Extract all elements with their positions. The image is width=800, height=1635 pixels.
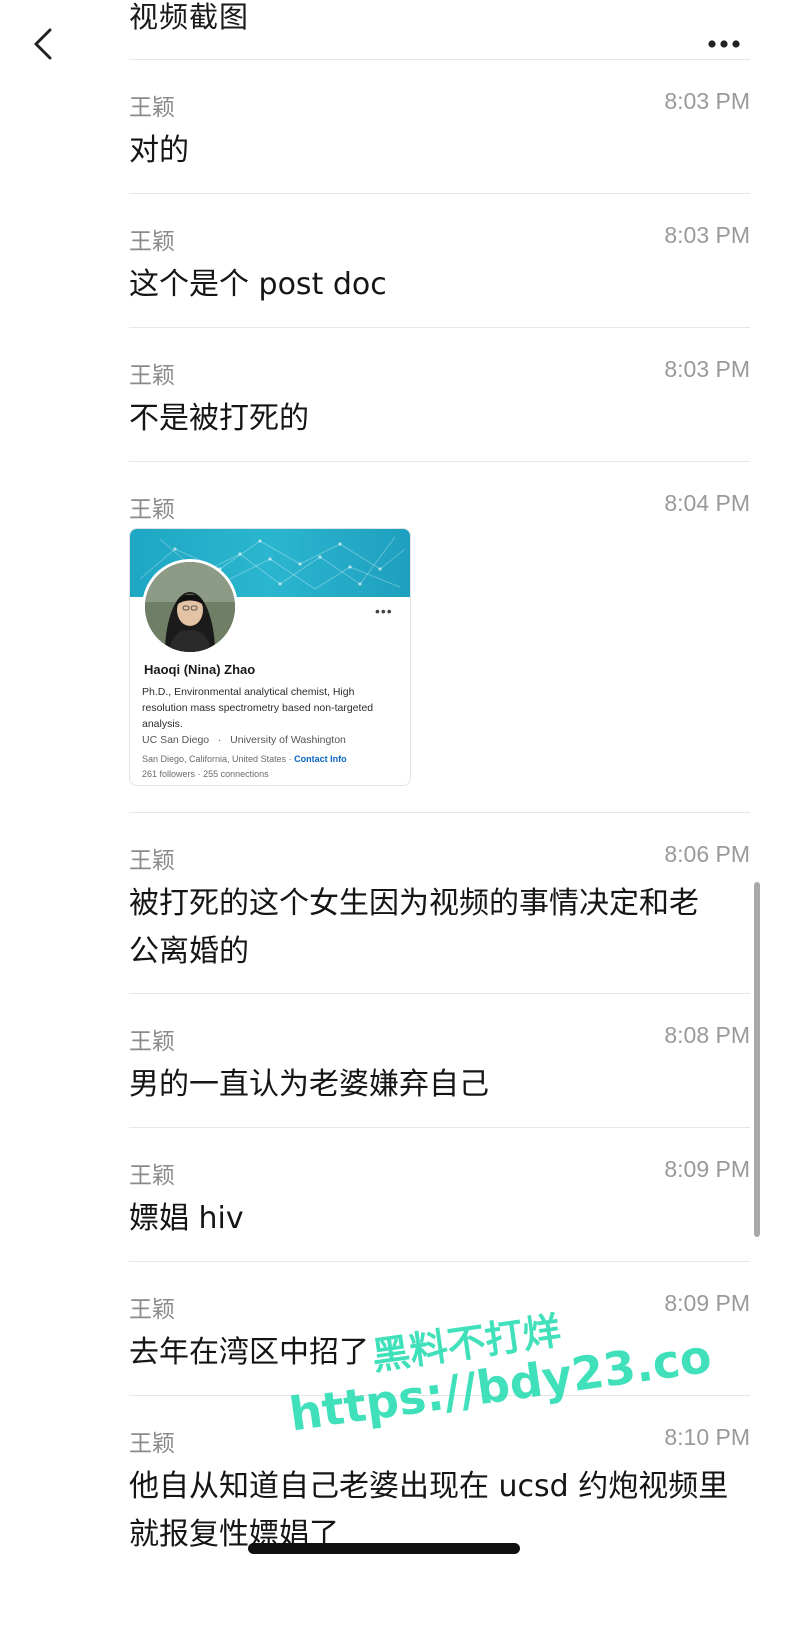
profile-avatar xyxy=(142,559,238,655)
message-time: 8:09 PM xyxy=(664,1290,750,1316)
education-school-1: UC San Diego xyxy=(142,734,210,746)
message-text: 男的一直认为老婆嫌弃自己 xyxy=(129,1067,489,1102)
followers-count: 261 followers xyxy=(142,769,196,779)
message-item-image: 王颖 8:04 PM ••• Haoqi (Nina) Zhao Ph.D., … xyxy=(129,461,750,812)
message-item: 王颖 8:03 PM 对的 xyxy=(129,59,750,193)
back-button[interactable] xyxy=(28,26,64,66)
scrollbar[interactable] xyxy=(754,882,760,1237)
message-time: 8:03 PM xyxy=(664,88,750,114)
more-options-button[interactable] xyxy=(706,34,746,54)
profile-headline: Ph.D., Environmental analytical chemist,… xyxy=(142,686,374,730)
message-sender: 王颖 xyxy=(129,1297,175,1323)
message-sender: 王颖 xyxy=(129,497,175,523)
message-time: 8:03 PM xyxy=(664,222,750,248)
chat-screen: 视频截图 王颖 8:03 PM 对的 王颖 8:03 PM 这个是个 post … xyxy=(0,0,800,1635)
message-item: 王颖 8:06 PM 被打死的这个女生因为视频的事情决定和老公离婚的 xyxy=(129,812,750,993)
location-separator: · xyxy=(288,754,292,764)
message-item: 王颖 8:03 PM 不是被打死的 xyxy=(129,327,750,461)
education-school-2: University of Washington xyxy=(230,734,346,746)
profile-more-icon[interactable]: ••• xyxy=(375,603,393,619)
profile-name: Haoqi (Nina) Zhao xyxy=(144,662,256,677)
message-time: 8:06 PM xyxy=(664,841,750,867)
message-item: 王颖 8:09 PM 嫖娼 hiv xyxy=(129,1127,750,1261)
message-sender: 王颖 xyxy=(129,363,175,389)
stats-separator: · xyxy=(197,769,201,779)
connections-count: 255 connections xyxy=(203,769,269,779)
message-sender: 王颖 xyxy=(129,229,175,255)
message-sender: 王颖 xyxy=(129,1163,175,1189)
message-time: 8:09 PM xyxy=(664,1156,750,1182)
more-horizontal-icon xyxy=(708,40,740,48)
avatar-photo-icon xyxy=(145,562,235,652)
message-sender: 王颖 xyxy=(129,848,175,874)
message-text: 这个是个 post doc xyxy=(129,267,387,302)
message-sender: 王颖 xyxy=(129,1029,175,1055)
message-sender: 王颖 xyxy=(129,95,175,121)
message-item: 王颖 8:08 PM 男的一直认为老婆嫌弃自己 xyxy=(129,993,750,1127)
profile-education: UC San Diego · University of Washington xyxy=(142,734,346,746)
message-text: 被打死的这个女生因为视频的事情决定和老公离婚的 xyxy=(129,886,699,969)
education-separator: · xyxy=(217,734,222,746)
message-text: 不是被打死的 xyxy=(129,401,309,436)
message-text: 对的 xyxy=(129,133,189,168)
profile-location: San Diego, California, United States xyxy=(142,754,287,764)
profile-stats: 261 followers · 255 connections xyxy=(142,769,269,779)
profile-location-row: San Diego, California, United States · C… xyxy=(142,754,347,764)
message-time: 8:04 PM xyxy=(664,490,750,516)
contact-info-link[interactable]: Contact Info xyxy=(294,754,347,764)
message-item: 王颖 8:03 PM 这个是个 post doc xyxy=(129,193,750,327)
page-title: 视频截图 xyxy=(129,0,250,34)
message-sender: 王颖 xyxy=(129,1431,175,1457)
linkedin-profile-screenshot[interactable]: ••• Haoqi (Nina) Zhao Ph.D., Environment… xyxy=(129,528,411,786)
message-text: 嫖娼 hiv xyxy=(129,1201,244,1236)
message-time: 8:03 PM xyxy=(664,356,750,382)
home-indicator[interactable] xyxy=(248,1543,520,1554)
message-time: 8:08 PM xyxy=(664,1022,750,1048)
message-time: 8:10 PM xyxy=(664,1424,750,1450)
chevron-left-icon xyxy=(34,28,52,60)
